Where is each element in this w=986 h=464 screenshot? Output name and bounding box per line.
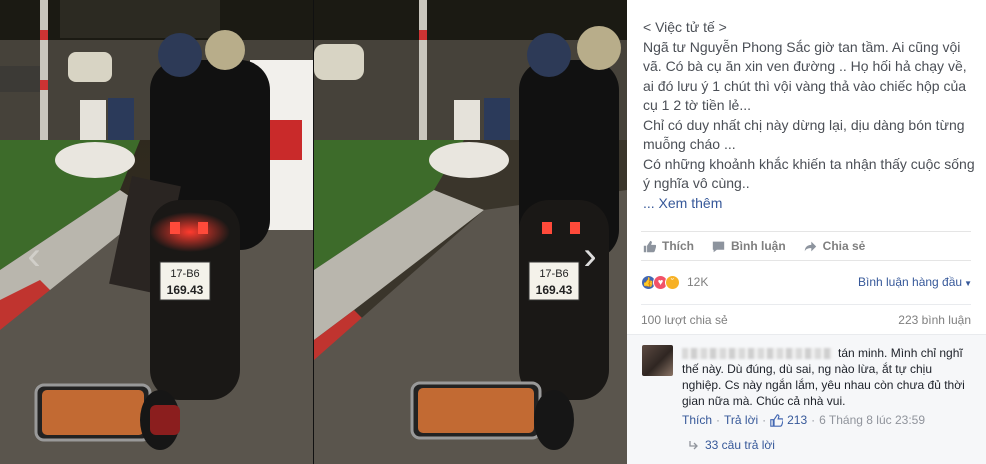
thumbs-up-icon — [643, 240, 656, 252]
comment-sort-dropdown[interactable]: Bình luận hàng đầu ▼ — [858, 275, 972, 289]
see-more-link[interactable]: ... Xem thêm — [643, 194, 978, 214]
comment-count[interactable]: 223 bình luận — [898, 313, 971, 327]
plate-bottom: 169.43 — [536, 283, 573, 297]
replies-count: 33 câu trả lời — [705, 438, 775, 452]
post-line: Ngã tư Nguyễn Phong Sắc giờ tan tầm. Ai … — [643, 38, 967, 114]
separator-dot: · — [716, 413, 721, 427]
share-label: Chia sẻ — [822, 239, 866, 253]
next-photo-icon[interactable]: › — [578, 236, 602, 280]
share-count[interactable]: 100 lượt chia sẻ — [641, 313, 728, 327]
share-button[interactable]: Chia sẻ — [804, 239, 866, 253]
reaction-count: 12K — [687, 275, 709, 289]
post-text: < Việc tử tế > Ngã tư Nguyễn Phong Sắc g… — [643, 18, 978, 213]
plate-bottom: 169.43 — [167, 283, 204, 297]
stats-bar: 100 lượt chia sẻ 223 bình luận — [641, 304, 971, 334]
comments-section: tán minh. Mình chỉ nghĩ thế này. Dù đúng… — [627, 334, 986, 464]
thumbs-up-icon — [770, 413, 784, 427]
share-icon — [804, 241, 816, 251]
sad-reaction-icon: ˘ — [665, 274, 680, 290]
photo-right: 17-B6 169.43 — [314, 0, 627, 464]
comment-meta: Thích · Trả lời · 213 · 6 Tháng 8 lúc 23… — [682, 413, 925, 427]
action-bar: Thích Bình luận Chia sẻ — [641, 231, 971, 261]
photo-viewer: 17-B6 169.43 17-B6 169.43 ‹ › — [0, 0, 627, 464]
sort-label: Bình luận hàng đầu — [857, 275, 963, 289]
comment-like-count[interactable]: 213 — [787, 413, 807, 427]
post-line: Có những khoảnh khắc khiến ta nhận thấy … — [643, 155, 975, 192]
separator-dot: · — [762, 413, 767, 427]
reply-arrow-icon — [689, 441, 698, 450]
previous-photo-icon[interactable]: ‹ — [22, 236, 46, 280]
comment-reply-button[interactable]: Trả lời — [724, 413, 758, 427]
post-panel: < Việc tử tế > Ngã tư Nguyễn Phong Sắc g… — [627, 0, 986, 464]
comment-label: Bình luận — [731, 239, 786, 253]
like-button[interactable]: Thích — [643, 239, 694, 253]
comment: tán minh. Mình chỉ nghĩ thế này. Dù đúng… — [682, 345, 972, 409]
separator-dot: · — [811, 413, 816, 427]
post-line: Chỉ có duy nhất chị này dừng lại, dịu dà… — [643, 116, 965, 153]
comment-like-button[interactable]: Thích — [682, 413, 712, 427]
view-replies-link[interactable]: 33 câu trả lời — [689, 438, 775, 452]
comment-button[interactable]: Bình luận — [712, 239, 786, 253]
commenter-name-blurred[interactable] — [682, 348, 832, 360]
plate-top: 17-B6 — [539, 268, 568, 280]
post-line: < Việc tử tế > — [643, 19, 727, 35]
comment-timestamp[interactable]: 6 Tháng 8 lúc 23:59 — [819, 413, 925, 427]
plate-top: 17-B6 — [170, 268, 199, 280]
photo-left: 17-B6 169.43 — [0, 0, 313, 464]
caret-down-icon: ▼ — [964, 279, 972, 288]
like-label: Thích — [662, 239, 694, 253]
avatar[interactable] — [642, 345, 673, 376]
reactions-summary[interactable]: 👍 ♥ ˘ 12K — [641, 270, 708, 294]
comment-icon — [712, 241, 725, 252]
